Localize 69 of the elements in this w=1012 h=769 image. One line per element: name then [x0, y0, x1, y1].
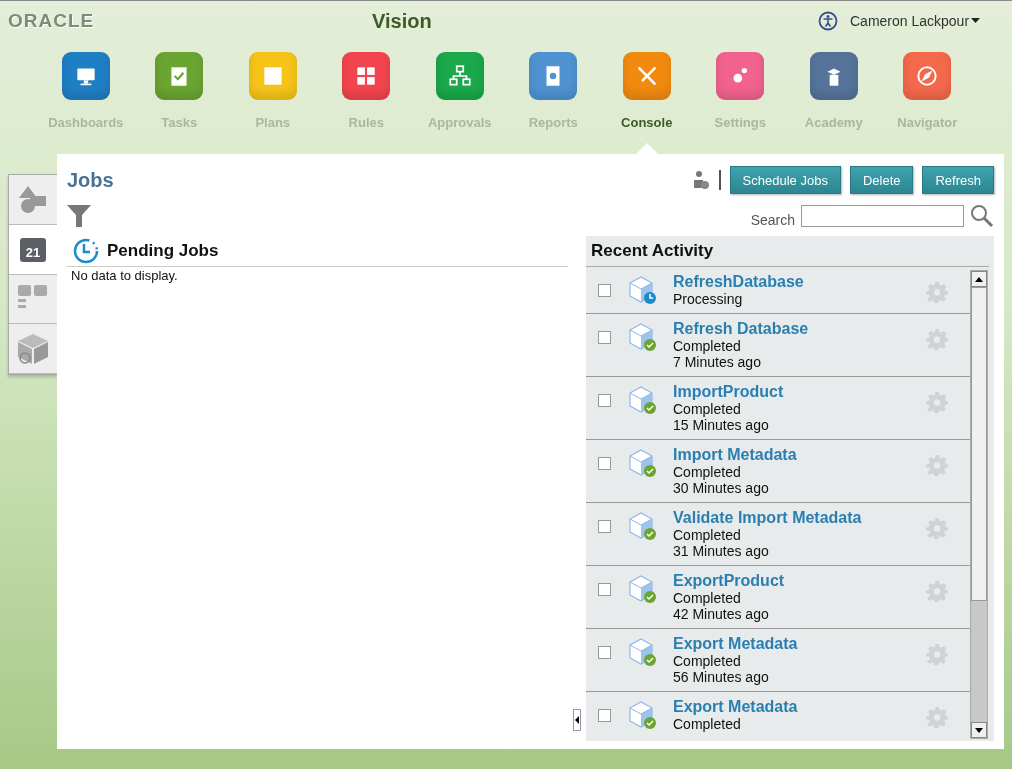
hierarchy-icon [446, 63, 473, 89]
user-help-icon[interactable] [692, 170, 709, 190]
checkbox[interactable] [598, 457, 611, 470]
checkbox[interactable] [598, 583, 611, 596]
side-tab[interactable] [9, 274, 57, 325]
job-time: 56 Minutes ago [673, 669, 770, 685]
cube-check-icon [627, 637, 657, 667]
checkbox[interactable] [598, 394, 611, 407]
caret-icon [971, 18, 981, 24]
job-time: 30 Minutes ago [673, 480, 770, 496]
action-button[interactable]: Refresh [922, 166, 994, 194]
empty-message: No data to display. [70, 267, 179, 284]
accessibility-icon[interactable] [818, 11, 838, 31]
job-link[interactable]: Import Metadata [673, 446, 926, 464]
job-status: Completed [673, 590, 742, 606]
checkbox[interactable] [598, 520, 611, 533]
checkbox[interactable] [598, 646, 611, 659]
cube-check-icon [627, 322, 657, 352]
search-icon[interactable] [970, 204, 994, 228]
side-tab[interactable] [9, 324, 57, 374]
up-arrow-icon [975, 276, 983, 282]
user-menu[interactable]: Cameron Lackpour [850, 13, 981, 29]
job-status: Completed [673, 401, 742, 417]
search-label: Search [750, 212, 795, 228]
collapse-button[interactable] [573, 709, 581, 731]
job-status: Completed [673, 716, 742, 732]
section-title: Recent Activity [591, 241, 714, 261]
checkbox[interactable] [598, 331, 611, 344]
job-link[interactable]: Export Metadata [673, 698, 926, 716]
side-tab[interactable]: 21 [9, 224, 57, 275]
cube-check-icon [627, 385, 657, 415]
job-link[interactable]: Export Metadata [673, 635, 926, 653]
job-status: Completed [673, 338, 742, 354]
job-time: 31 Minutes ago [673, 543, 770, 559]
shapes-icon [18, 184, 48, 215]
down-arrow-icon [975, 727, 983, 733]
scrollbar[interactable] [970, 270, 988, 739]
job-link[interactable]: Refresh Database [673, 320, 926, 338]
cube-check-icon [627, 448, 657, 478]
action-button[interactable]: Schedule Jobs [729, 166, 841, 194]
checkbox[interactable] [598, 709, 611, 722]
logo: ORACLE [8, 10, 96, 32]
caret-icon [575, 716, 579, 724]
job-link[interactable]: Validate Import Metadata [673, 509, 926, 527]
cube-check-icon [627, 574, 657, 604]
job-status: Completed [673, 653, 742, 669]
page-title: Jobs [67, 168, 115, 192]
job-status: Completed [673, 527, 742, 543]
cube-check-icon [627, 511, 657, 541]
cube-target-icon [17, 332, 49, 365]
job-time: 15 Minutes ago [673, 417, 770, 433]
calendar-icon: 21 [19, 235, 47, 264]
job-link[interactable]: ImportProduct [673, 383, 926, 401]
side-tab[interactable] [9, 175, 57, 225]
action-button[interactable]: Delete [849, 166, 914, 194]
section-title: Pending Jobs [107, 241, 219, 261]
job-link[interactable]: ExportProduct [673, 572, 926, 590]
job-status: Processing [673, 291, 744, 307]
job-status: Completed [673, 464, 742, 480]
app-title: Vision [371, 9, 433, 33]
checkbox[interactable] [598, 284, 611, 297]
job-time: 7 Minutes ago [673, 354, 762, 370]
filter-icon[interactable] [67, 204, 91, 228]
cube-check-icon [627, 700, 657, 730]
job-link[interactable]: RefreshDatabase [673, 273, 926, 291]
search-field[interactable] [801, 205, 964, 227]
job-time: 42 Minutes ago [673, 606, 770, 622]
clock-icon [73, 238, 99, 264]
cube-clock-icon [627, 275, 657, 305]
